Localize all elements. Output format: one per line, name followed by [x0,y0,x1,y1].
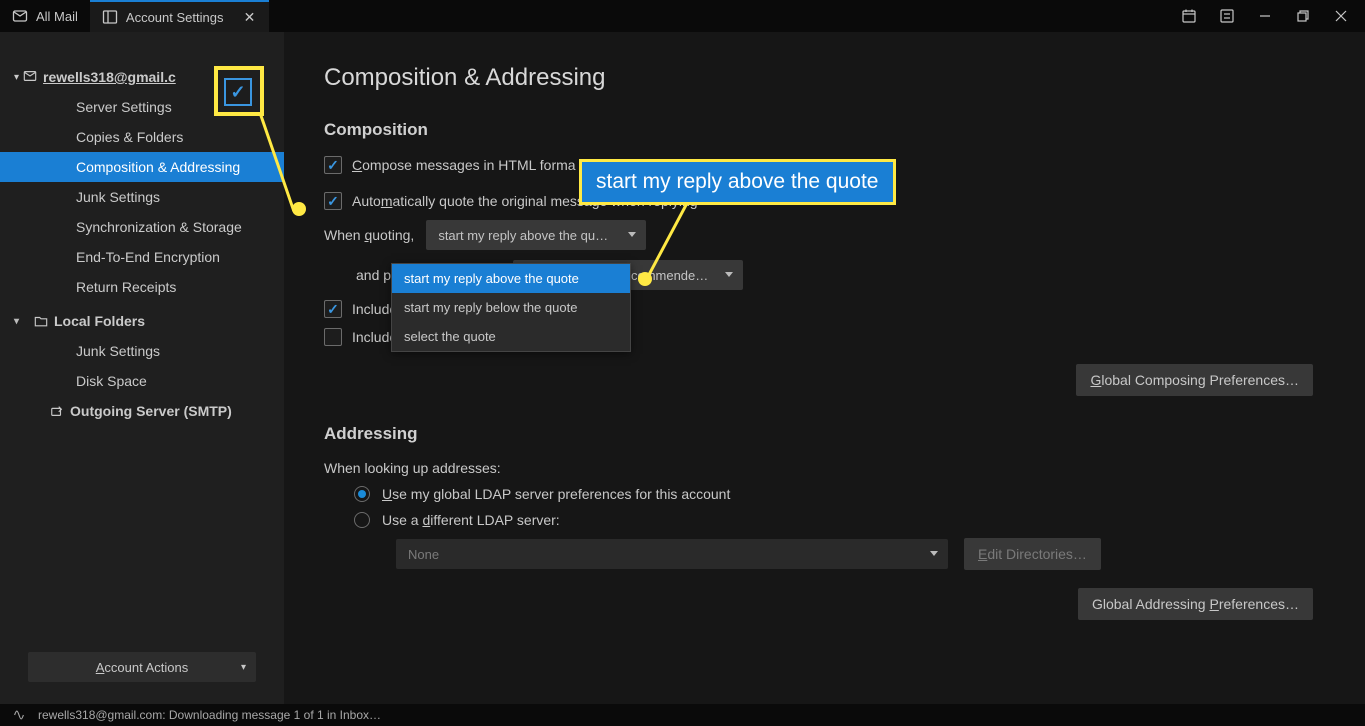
include-sig-replies-checkbox[interactable] [324,300,342,318]
status-text: rewells318@gmail.com: Downloading messag… [38,708,381,722]
compose-html-checkbox[interactable] [324,156,342,174]
dropdown-option-above[interactable]: start my reply above the quote [392,264,630,293]
tab-all-mail[interactable]: All Mail [0,0,90,32]
dropdown-option-select[interactable]: select the quote [392,322,630,351]
tasks-icon[interactable] [1213,2,1241,30]
callout-dot-1 [292,202,306,216]
lookup-label: When looking up addresses: [324,460,1325,476]
close-button[interactable] [1327,2,1355,30]
activity-icon [12,708,26,722]
tab-label: Account Settings [126,10,224,25]
callout-checkbox-inner: ✓ [224,78,252,106]
sidebar-local-folders[interactable]: ▾ Local Folders [0,306,284,336]
outgoing-icon [50,404,64,418]
sidebar-item-junk-settings[interactable]: Junk Settings [0,182,284,212]
envelope-icon [23,69,37,86]
ldap-server-select: None [396,539,948,569]
close-icon[interactable]: ✕ [241,9,257,25]
compose-html-label: Compose messages in HTML forma [352,157,576,173]
mail-icon [12,8,28,24]
composition-heading: Composition [324,120,1325,140]
maximize-button[interactable] [1289,2,1317,30]
chevron-down-icon: ▾ [241,662,246,673]
global-composing-button[interactable]: Global Composing Preferences… [1076,364,1313,396]
calendar-icon[interactable] [1175,2,1203,30]
sidebar-item-sync-storage[interactable]: Synchronization & Storage [0,212,284,242]
addressing-heading: Addressing [324,424,1325,444]
tab-account-settings[interactable]: Account Settings ✕ [90,0,270,32]
chevron-down-icon: ▾ [14,72,19,83]
settings-panel-icon [102,9,118,25]
sidebar-item-copies-folders[interactable]: Copies & Folders [0,122,284,152]
quote-position-dropdown: start my reply above the quote start my … [391,263,631,352]
callout-dot-2 [638,272,652,286]
account-actions-button[interactable]: AAccount Actionsccount Actions ▾ [28,652,256,682]
use-global-ldap-label: Use my global LDAP server preferences fo… [382,486,730,502]
callout-tooltip: start my reply above the quote [579,159,896,205]
use-diff-ldap-radio[interactable] [354,512,370,528]
when-quoting-label: When quoting, [324,227,414,243]
auto-quote-checkbox[interactable] [324,192,342,210]
include-sig-forwards-checkbox[interactable] [324,328,342,346]
page-title: Composition & Addressing [324,64,1325,92]
minimize-button[interactable] [1251,2,1279,30]
sidebar-outgoing-smtp[interactable]: Outgoing Server (SMTP) [0,396,284,426]
sidebar-item-lf-disk[interactable]: Disk Space [0,366,284,396]
global-addressing-button[interactable]: Global Addressing Preferences… [1078,588,1313,620]
sidebar-item-lf-junk[interactable]: Junk Settings [0,336,284,366]
use-diff-ldap-label: Use a different LDAP server: [382,512,560,528]
folder-icon [34,314,48,328]
account-email: rewells318@gmail.c [43,69,176,85]
sidebar-item-e2e-encryption[interactable]: End-To-End Encryption [0,242,284,272]
sidebar-item-return-receipts[interactable]: Return Receipts [0,272,284,302]
chevron-down-icon: ▾ [14,316,19,327]
edit-directories-button[interactable]: Edit Directories… [964,538,1101,570]
dropdown-option-below[interactable]: start my reply below the quote [392,293,630,322]
tab-label: All Mail [36,9,78,24]
use-global-ldap-radio[interactable] [354,486,370,502]
quote-position-select[interactable]: start my reply above the qu… [426,220,646,250]
sidebar-item-composition-addressing[interactable]: Composition & Addressing [0,152,284,182]
